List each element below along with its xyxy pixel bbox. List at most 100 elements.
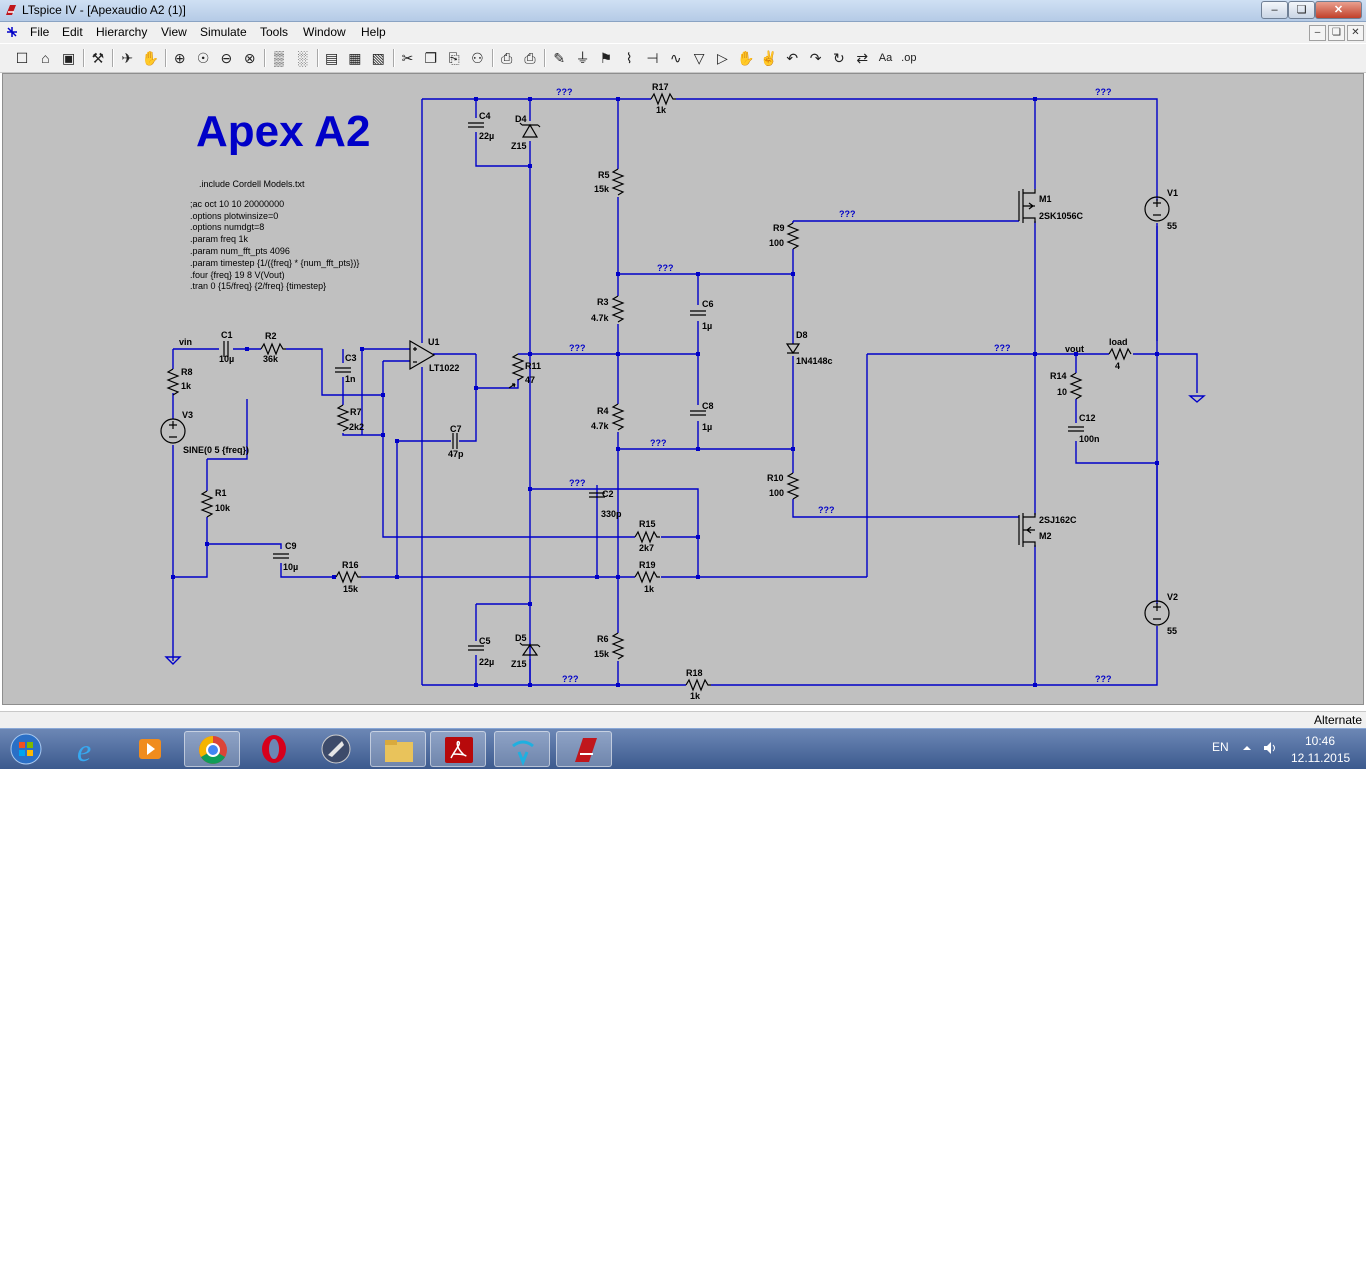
- mirror-icon[interactable]: ⇄: [852, 48, 872, 68]
- draw-wire-icon[interactable]: ✎: [549, 48, 569, 68]
- svg-text:Z15: Z15: [511, 659, 527, 669]
- zoom-out-icon[interactable]: ⊖: [216, 48, 236, 68]
- resistor-r17-symbol: [650, 92, 676, 106]
- directive-fft-pts: .param num_fft_pts 4096: [190, 246, 290, 256]
- menu-tools[interactable]: Tools: [260, 25, 288, 39]
- diode-icon[interactable]: ▽: [689, 48, 709, 68]
- svg-text:55: 55: [1167, 221, 1177, 231]
- print-icon[interactable]: ⎙: [520, 48, 540, 68]
- component-symbols[interactable]: [160, 92, 1206, 692]
- mdi-minimize-button[interactable]: –: [1309, 25, 1326, 41]
- taskbar-chrome[interactable]: [184, 731, 240, 767]
- svg-text:2k7: 2k7: [639, 543, 654, 553]
- label-d5: D5: [515, 633, 527, 643]
- start-button[interactable]: [2, 731, 50, 767]
- toolbar-separator: [82, 49, 85, 67]
- menu-file[interactable]: File: [30, 25, 49, 39]
- print-setup-icon[interactable]: ⎙: [497, 48, 517, 68]
- text-icon[interactable]: Aa: [876, 48, 896, 68]
- inductor-icon[interactable]: ∿: [666, 48, 686, 68]
- label-r15: R15: [639, 519, 656, 529]
- minimize-button[interactable]: –: [1261, 1, 1288, 19]
- control-panel-icon[interactable]: ⚒: [88, 48, 108, 68]
- menu-edit[interactable]: Edit: [62, 25, 83, 39]
- cascade-icon[interactable]: ▦: [345, 48, 365, 68]
- label-r9: R9: [773, 223, 785, 233]
- volume-icon[interactable]: [1263, 741, 1279, 755]
- schematic-drawing[interactable]: Apex A2 .include Cordell Models.txt ;ac …: [3, 74, 1363, 704]
- taskbar-app-8[interactable]: [494, 731, 550, 767]
- run-icon[interactable]: ✈: [117, 48, 137, 68]
- menu-hierarchy[interactable]: Hierarchy: [96, 25, 147, 39]
- zoom-in-icon[interactable]: ⊕: [170, 48, 190, 68]
- svg-text:2SK1056C: 2SK1056C: [1039, 211, 1084, 221]
- svg-text:1n: 1n: [345, 374, 356, 384]
- svg-text:Z15: Z15: [511, 141, 527, 151]
- taskbar-ltspice[interactable]: [556, 731, 612, 767]
- tray-time[interactable]: 10:46: [1305, 734, 1335, 748]
- svg-text:47: 47: [525, 375, 535, 385]
- taskbar-acrobat[interactable]: [430, 731, 486, 767]
- taskbar-file-explorer[interactable]: [370, 731, 426, 767]
- taskbar-media-player[interactable]: [122, 731, 178, 767]
- find-icon[interactable]: ⚇: [467, 48, 487, 68]
- cut-icon[interactable]: ✂: [398, 48, 418, 68]
- tray-date[interactable]: 12.11.2015: [1291, 751, 1350, 765]
- label-c4: C4: [479, 111, 491, 121]
- capacitor-icon[interactable]: ⊣: [643, 48, 663, 68]
- taskbar-opera[interactable]: [246, 731, 302, 767]
- svg-text:1k: 1k: [181, 381, 192, 391]
- spice-directive-icon[interactable]: .op: [899, 48, 919, 68]
- label-r16: R16: [342, 560, 359, 570]
- component-icon[interactable]: ▷: [712, 48, 732, 68]
- label-c3: C3: [345, 353, 357, 363]
- svg-text:100: 100: [769, 488, 784, 498]
- svg-text:e: e: [77, 732, 91, 767]
- rotate-icon[interactable]: ↻: [829, 48, 849, 68]
- acrobat-icon: [445, 737, 473, 763]
- copy-icon[interactable]: ❐: [421, 48, 441, 68]
- menu-help[interactable]: Help: [361, 25, 386, 39]
- mdi-restore-button[interactable]: ❏: [1328, 25, 1345, 41]
- autoscale-icon[interactable]: ▒: [269, 48, 289, 68]
- ground-icon[interactable]: ⏚: [573, 48, 593, 68]
- save-icon[interactable]: ▣: [59, 48, 79, 68]
- close-window-icon[interactable]: ▧: [368, 48, 388, 68]
- drag-icon[interactable]: ✌: [759, 48, 779, 68]
- ltspice-logo-icon: [6, 5, 16, 15]
- halt-icon[interactable]: ✋: [141, 48, 161, 68]
- zoom-fit-icon[interactable]: ⊗: [240, 48, 260, 68]
- svg-text:???: ???: [650, 438, 667, 448]
- redo-icon[interactable]: ↷: [806, 48, 826, 68]
- label-net-icon[interactable]: ⚑: [596, 48, 616, 68]
- menu-simulate[interactable]: Simulate: [200, 25, 247, 39]
- paste-icon[interactable]: ⎘: [444, 48, 464, 68]
- undo-icon[interactable]: ↶: [782, 48, 802, 68]
- tile-vertical-icon[interactable]: ▤: [322, 48, 342, 68]
- ltspice-icon: [575, 738, 597, 762]
- move-icon[interactable]: ✋: [736, 48, 756, 68]
- resistor-icon[interactable]: ⌇: [619, 48, 639, 68]
- zoom-pan-icon[interactable]: ☉: [193, 48, 213, 68]
- new-schematic-icon[interactable]: ☐: [12, 48, 32, 68]
- restore-button[interactable]: ❏: [1288, 1, 1315, 19]
- label-2sj162c: 2SJ162C: [1039, 515, 1077, 525]
- windows-taskbar: e EN 10:46 12.11.2015: [0, 728, 1366, 769]
- schematic-canvas[interactable]: Apex A2 .include Cordell Models.txt ;ac …: [2, 73, 1364, 705]
- grid-icon[interactable]: ░: [292, 48, 312, 68]
- spice-directives[interactable]: .include Cordell Models.txt ;ac oct 10 1…: [190, 179, 359, 291]
- directive-numdgt: .options numdgt=8: [190, 222, 264, 232]
- tray-language[interactable]: EN: [1212, 740, 1229, 754]
- label-c6: C6: [702, 299, 714, 309]
- directive-ac: ;ac oct 10 10 20000000: [190, 199, 284, 209]
- close-button[interactable]: ✕: [1315, 1, 1362, 19]
- mdi-close-button[interactable]: ✕: [1347, 25, 1364, 41]
- resistor-r14-symbol: [1069, 372, 1083, 400]
- menu-window[interactable]: Window: [303, 25, 346, 39]
- taskbar-app-5[interactable]: [308, 731, 364, 767]
- label-c8: C8: [702, 401, 714, 411]
- tray-show-hidden-icon[interactable]: [1242, 743, 1252, 753]
- open-icon[interactable]: ⌂: [35, 48, 55, 68]
- menu-view[interactable]: View: [161, 25, 187, 39]
- taskbar-internet-explorer[interactable]: e: [62, 731, 118, 768]
